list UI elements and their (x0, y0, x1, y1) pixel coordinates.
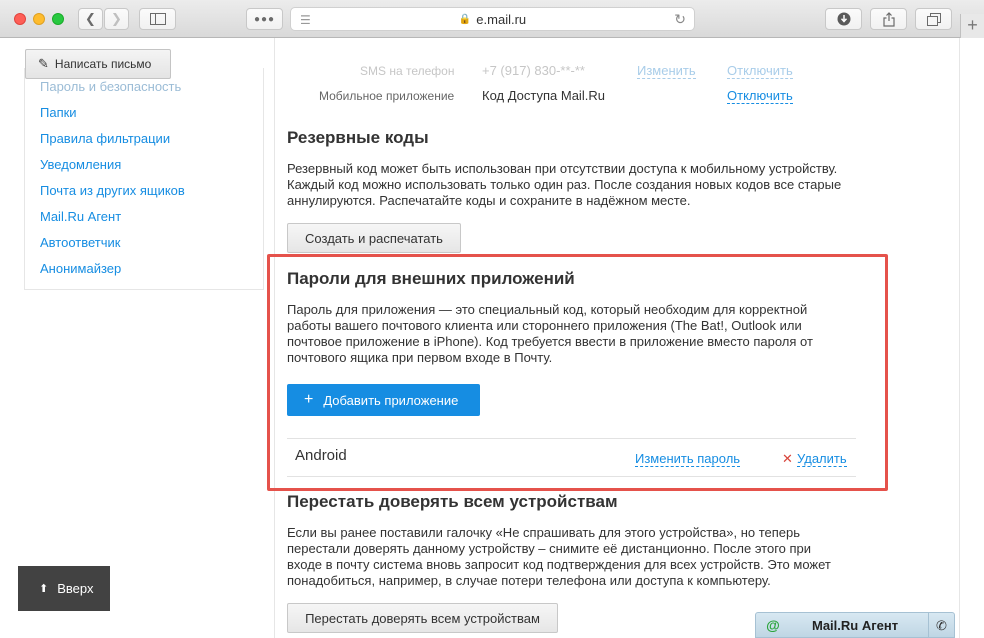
reload-icon[interactable]: ↻ (674, 11, 686, 28)
arrow-up-icon: ⬆ (39, 583, 49, 595)
sidebar-item-collector[interactable]: Почта из других ящиков (40, 183, 185, 198)
download-icon (837, 12, 850, 26)
sidebar-item-agent[interactable]: Mail.Ru Агент (40, 209, 121, 224)
untrust-devices-button[interactable]: Перестать доверять всем устройствам (287, 603, 558, 633)
compose-label: Написать письмо (54, 57, 152, 71)
agent-bar[interactable]: @ Mail.Ru Агент ✆ (755, 612, 955, 638)
lock-icon: 🔒 (458, 13, 472, 25)
agent-label: Mail.Ru Агент (812, 617, 899, 633)
sms-disable-link[interactable]: Отключить (727, 63, 793, 79)
settings-sidebar: Пароль и безопасность Папки Правила филь… (24, 68, 264, 290)
sidebar-item-filters[interactable]: Правила фильтрации (40, 131, 170, 146)
pencil-icon: ✎ (38, 56, 49, 71)
untrust-devices-text: Если вы ранее поставили галочку «Не спра… (287, 525, 831, 588)
tabs-overview-button[interactable] (915, 8, 952, 30)
create-print-codes-button[interactable]: Создать и распечатать (287, 223, 461, 253)
chevron-left-icon: ❮ (85, 11, 96, 26)
url-text: e.mail.ru (476, 11, 527, 27)
app-disable-link[interactable]: Отключить (727, 88, 793, 104)
address-bar[interactable]: ☰ 🔒 e.mail.ru ↻ (290, 7, 695, 31)
delete-app-link[interactable]: Удалить (797, 451, 847, 467)
compose-button[interactable]: ✎ Написать письмо (25, 49, 171, 79)
app-passwords-title: Пароли для внешних приложений (287, 269, 575, 288)
sms-value: +7 (917) 830-**-** (482, 63, 585, 78)
top-sites-button[interactable]: ●●● (246, 8, 283, 30)
page-content: Пароль и безопасность Папки Правила филь… (0, 38, 984, 638)
minimize-window-button[interactable] (33, 13, 45, 25)
sidebar-item-anonymizer[interactable]: Анонимайзер (40, 261, 121, 276)
new-tab-button[interactable]: + (960, 14, 984, 38)
browser-toolbar: ❮ ❯ ●●● ☰ 🔒 e.mail.ru ↻ + (0, 0, 984, 38)
plus-icon: + (304, 391, 314, 408)
sidebar-item-autoreply[interactable]: Автоответчик (40, 235, 120, 250)
sms-change-link[interactable]: Изменить (637, 63, 696, 79)
app-passwords-text: Пароль для приложения — это специальный … (287, 302, 813, 365)
zoom-window-button[interactable] (52, 13, 64, 25)
scroll-up-label: Вверх (57, 581, 94, 596)
ellipsis-icon: ●●● (253, 13, 276, 25)
back-button[interactable]: ❮ (78, 8, 103, 30)
app-label: Мобильное приложение (319, 89, 455, 103)
phone-icon[interactable]: ✆ (928, 613, 954, 638)
sidebar-item-folders[interactable]: Папки (40, 105, 77, 120)
sidebar-item-notifications[interactable]: Уведомления (40, 157, 121, 172)
app-value: Код Доступа Mail.Ru (482, 88, 605, 103)
sidebar-toggle-button[interactable] (139, 8, 176, 30)
app-name: Android (295, 447, 347, 464)
highlight-frame (267, 254, 888, 491)
sidebar-item-security[interactable]: Пароль и безопасность (40, 79, 181, 94)
untrust-devices-title: Перестать доверять всем устройствам (287, 492, 618, 511)
reader-menu-icon: ☰ (300, 13, 311, 27)
divider (287, 476, 856, 477)
divider (287, 438, 856, 439)
close-window-button[interactable] (14, 13, 26, 25)
chevron-right-icon: ❯ (111, 11, 122, 26)
backup-codes-title: Резервные коды (287, 128, 429, 147)
scroll-up-button[interactable]: ⬆ Вверх (18, 566, 110, 611)
plus-icon: + (967, 15, 978, 35)
tabs-icon (926, 12, 941, 26)
sidebar-icon (149, 13, 166, 25)
sms-label: SMS на телефон (360, 64, 455, 78)
forward-button[interactable]: ❯ (104, 8, 129, 30)
change-password-link[interactable]: Изменить пароль (635, 451, 741, 467)
delete-x-icon: ✕ (782, 451, 793, 466)
downloads-button[interactable] (825, 8, 862, 30)
share-button[interactable] (870, 8, 907, 30)
add-app-label: Добавить приложение (323, 392, 459, 408)
backup-codes-text: Резервный код может быть использован при… (287, 161, 842, 208)
add-app-button[interactable]: + Добавить приложение (287, 384, 480, 416)
share-icon (882, 11, 895, 27)
agent-at-icon: @ (766, 617, 780, 633)
